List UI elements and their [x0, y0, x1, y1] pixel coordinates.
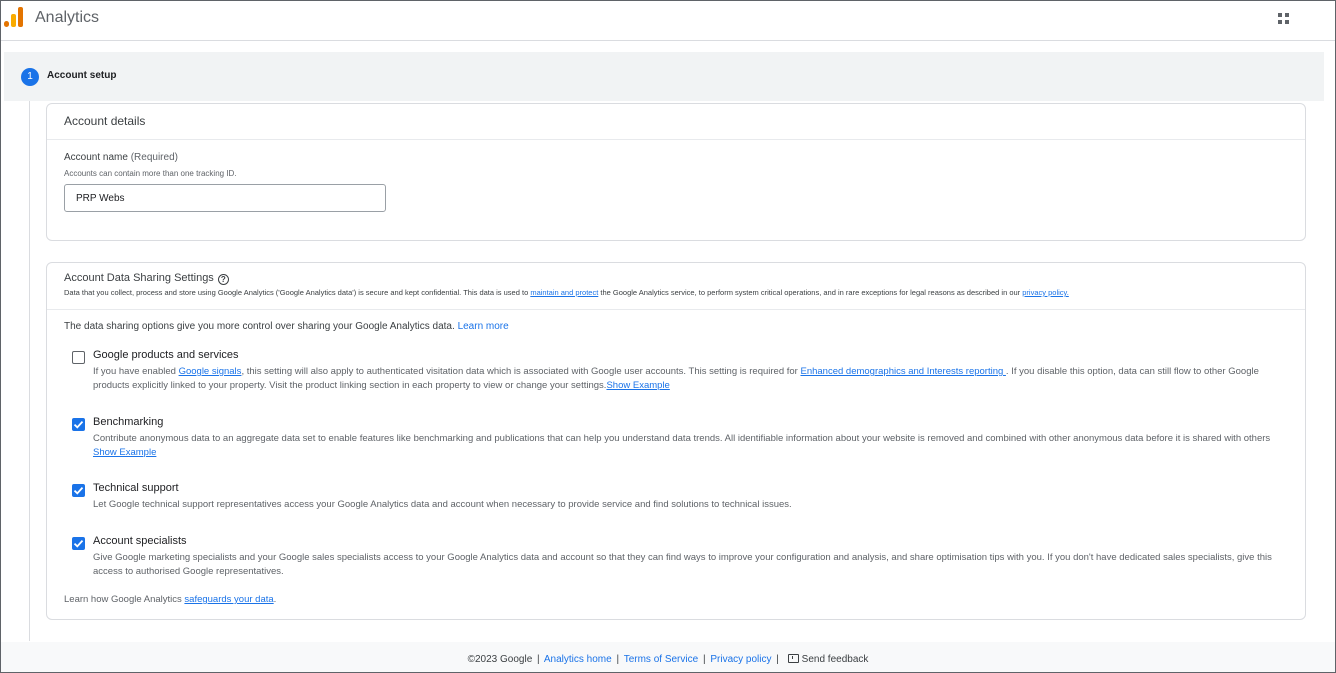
- top-app-bar: Analytics: [0, 0, 1336, 41]
- learn-more-link[interactable]: Learn more: [458, 321, 509, 332]
- data-sharing-description: Data that you collect, process and store…: [64, 288, 1069, 297]
- check-icon: [73, 539, 84, 548]
- google-signals-link[interactable]: Google signals: [179, 366, 242, 377]
- desc-text-1: Data that you collect, process and store…: [64, 288, 531, 297]
- technical-support-checkbox[interactable]: [72, 484, 85, 497]
- safeguards-link[interactable]: safeguards your data: [184, 594, 273, 605]
- account-name-hint: Accounts can contain more than one track…: [64, 169, 237, 178]
- step-header-account-setup[interactable]: 1 Account setup: [4, 52, 1324, 101]
- apps-grid-icon[interactable]: [1276, 11, 1292, 27]
- safeguards-note: Learn how Google Analytics safeguards yo…: [64, 594, 276, 605]
- show-example-link[interactable]: Show Example: [606, 380, 669, 391]
- benchmarking-checkbox[interactable]: [72, 418, 85, 431]
- safeguards-text: Learn how Google Analytics: [64, 594, 185, 605]
- account-specialists-checkbox[interactable]: [72, 537, 85, 550]
- account-name-label: Account name (Required): [64, 152, 178, 163]
- option-title: Account specialists: [93, 535, 187, 547]
- check-icon: [73, 486, 84, 495]
- stepper-connector-line: [29, 101, 30, 641]
- separator: |: [537, 654, 540, 665]
- copyright: ©2023 Google: [467, 654, 533, 665]
- separator: |: [616, 654, 620, 665]
- step-label: Account setup: [47, 70, 117, 81]
- google-products-checkbox[interactable]: [72, 351, 85, 364]
- option-title: Benchmarking: [93, 416, 164, 428]
- app-title[interactable]: Analytics: [35, 9, 99, 27]
- required-marker: (Required): [130, 152, 178, 163]
- account-name-label-text: Account name: [64, 152, 128, 163]
- account-details-card: Account details Account name (Required) …: [46, 103, 1306, 241]
- desc-text-2: the Google Analytics service, to perform…: [598, 288, 1023, 297]
- help-icon[interactable]: ?: [217, 274, 229, 285]
- privacy-policy-footer-link[interactable]: Privacy policy: [710, 654, 771, 665]
- privacy-policy-link[interactable]: privacy policy.: [1022, 288, 1069, 297]
- data-sharing-card: Account Data Sharing Settings? Data that…: [46, 262, 1306, 620]
- desc-text: If you have enabled: [93, 366, 179, 377]
- account-details-title: Account details: [64, 114, 146, 128]
- step-number-badge: 1: [21, 68, 39, 86]
- safeguards-end: .: [273, 594, 277, 605]
- separator: |: [702, 654, 706, 665]
- desc-text: , this setting will also apply to authen…: [241, 366, 801, 377]
- account-name-input[interactable]: [64, 184, 386, 212]
- data-sharing-header: Account Data Sharing Settings? Data that…: [47, 263, 1305, 310]
- option-description: If you have enabled Google signals, this…: [93, 365, 1283, 393]
- sharing-intro: The data sharing options give you more c…: [64, 321, 509, 332]
- data-sharing-title-text: Account Data Sharing Settings: [64, 272, 214, 284]
- option-title: Technical support: [93, 482, 179, 494]
- desc-text: Contribute anonymous data to an aggregat…: [93, 433, 1271, 444]
- analytics-logo-icon[interactable]: [4, 7, 24, 29]
- option-description: Give Google marketing specialists and yo…: [93, 552, 1272, 577]
- account-details-header: Account details: [47, 104, 1305, 140]
- send-feedback-label: Send feedback: [801, 654, 869, 665]
- check-icon: [73, 420, 84, 429]
- data-sharing-title: Account Data Sharing Settings?: [64, 272, 229, 285]
- option-description: Contribute anonymous data to an aggregat…: [93, 432, 1283, 460]
- page-footer: ©2023 Google | Analytics home | Terms of…: [0, 642, 1336, 673]
- terms-of-service-link[interactable]: Terms of Service: [624, 654, 698, 665]
- separator: |: [776, 654, 779, 665]
- feedback-icon: [787, 654, 799, 663]
- show-example-link[interactable]: Show Example: [93, 447, 156, 458]
- maintain-protect-link[interactable]: maintain and protect: [530, 288, 598, 297]
- enhanced-demographics-link[interactable]: Enhanced demographics and Interests repo…: [800, 366, 1005, 377]
- analytics-home-link[interactable]: Analytics home: [544, 654, 612, 665]
- option-title: Google products and services: [93, 349, 239, 361]
- intro-text: The data sharing options give you more c…: [64, 321, 458, 332]
- option-description: Let Google technical support representat…: [93, 499, 792, 510]
- send-feedback-button[interactable]: Send feedback: [784, 654, 869, 665]
